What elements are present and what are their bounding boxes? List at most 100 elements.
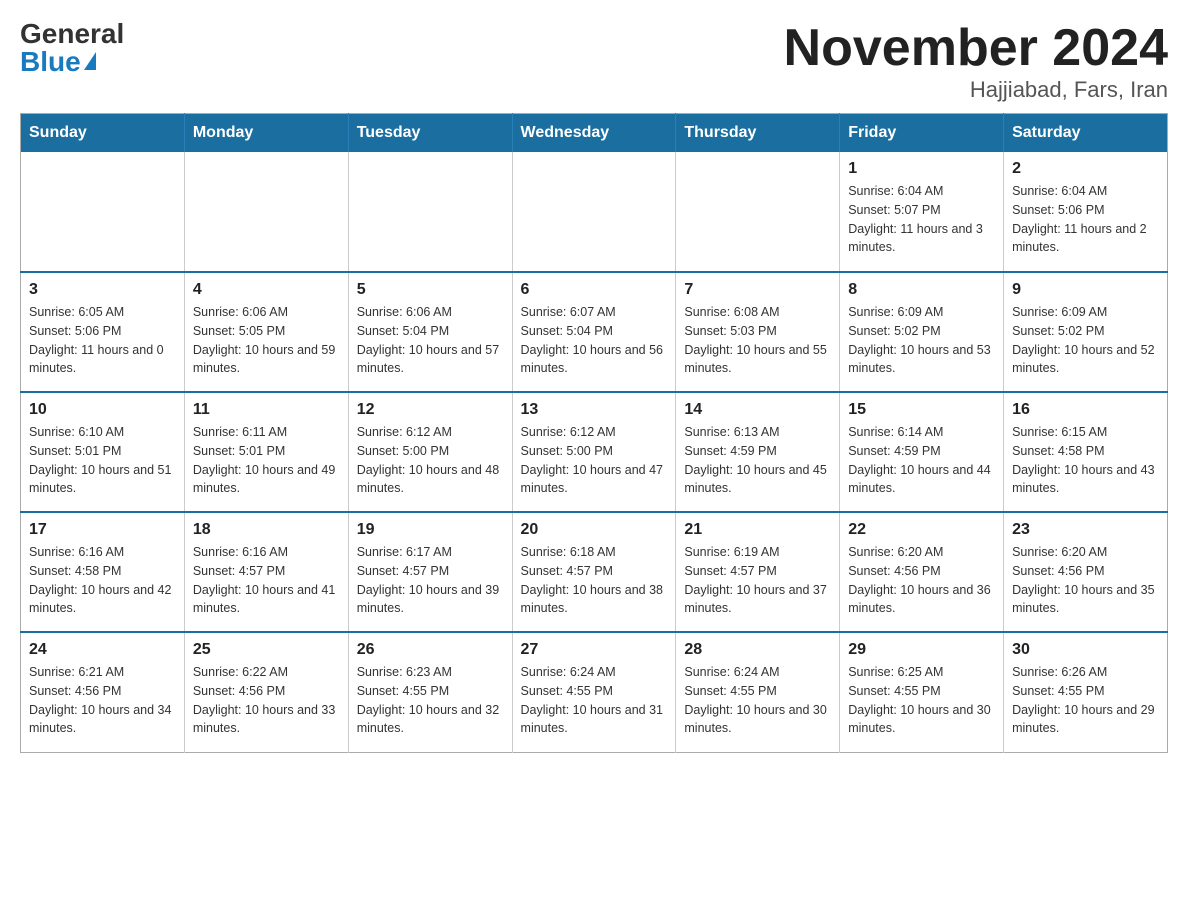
calendar-cell: 30Sunrise: 6:26 AM Sunset: 4:55 PM Dayli… (1004, 632, 1168, 752)
day-number: 28 (684, 641, 831, 659)
day-number: 10 (29, 401, 176, 419)
day-number: 5 (357, 281, 504, 299)
day-info: Sunrise: 6:09 AM Sunset: 5:02 PM Dayligh… (848, 303, 995, 378)
day-number: 7 (684, 281, 831, 299)
day-number: 21 (684, 521, 831, 539)
day-info: Sunrise: 6:21 AM Sunset: 4:56 PM Dayligh… (29, 663, 176, 738)
day-info: Sunrise: 6:07 AM Sunset: 5:04 PM Dayligh… (521, 303, 668, 378)
day-info: Sunrise: 6:16 AM Sunset: 4:57 PM Dayligh… (193, 543, 340, 618)
day-number: 12 (357, 401, 504, 419)
day-of-week-header: Sunday (21, 114, 185, 153)
calendar-cell: 6 Sunrise: 6:07 AM Sunset: 5:04 PM Daylig… (512, 272, 676, 392)
calendar-week-row: 1Sunrise: 6:04 AM Sunset: 5:07 PM Daylig… (21, 152, 1168, 272)
calendar-cell (21, 152, 185, 272)
calendar-cell: 23 Sunrise: 6:20 AM Sunset: 4:56 PM Dayli… (1004, 512, 1168, 632)
page-subtitle: Hajjiabad, Fars, Iran (784, 77, 1168, 103)
day-info: Sunrise: 6:26 AM Sunset: 4:55 PM Dayligh… (1012, 663, 1159, 738)
day-info: Sunrise: 6:05 AM Sunset: 5:06 PM Dayligh… (29, 303, 176, 378)
calendar-week-row: 17 Sunrise: 6:16 AM Sunset: 4:58 PM Dayli… (21, 512, 1168, 632)
day-info: Sunrise: 6:22 AM Sunset: 4:56 PM Dayligh… (193, 663, 340, 738)
calendar-cell: 19 Sunrise: 6:17 AM Sunset: 4:57 PM Dayli… (348, 512, 512, 632)
day-info: Sunrise: 6:13 AM Sunset: 4:59 PM Dayligh… (684, 423, 831, 498)
page-header: General Blue November 2024 Hajjiabad, Fa… (20, 20, 1168, 103)
calendar-week-row: 3 Sunrise: 6:05 AM Sunset: 5:06 PM Daylig… (21, 272, 1168, 392)
calendar-cell: 7 Sunrise: 6:08 AM Sunset: 5:03 PM Daylig… (676, 272, 840, 392)
calendar-cell: 12 Sunrise: 6:12 AM Sunset: 5:00 PM Dayli… (348, 392, 512, 512)
logo-blue-text: Blue (20, 48, 96, 76)
calendar-cell: 28 Sunrise: 6:24 AM Sunset: 4:55 PM Dayli… (676, 632, 840, 752)
day-number: 26 (357, 641, 504, 659)
day-of-week-header: Saturday (1004, 114, 1168, 153)
day-number: 14 (684, 401, 831, 419)
calendar-cell: 5 Sunrise: 6:06 AM Sunset: 5:04 PM Daylig… (348, 272, 512, 392)
calendar-week-row: 24 Sunrise: 6:21 AM Sunset: 4:56 PM Dayli… (21, 632, 1168, 752)
day-info: Sunrise: 6:17 AM Sunset: 4:57 PM Dayligh… (357, 543, 504, 618)
day-of-week-header: Wednesday (512, 114, 676, 153)
day-info: Sunrise: 6:19 AM Sunset: 4:57 PM Dayligh… (684, 543, 831, 618)
day-number: 25 (193, 641, 340, 659)
day-number: 27 (521, 641, 668, 659)
calendar-cell: 9 Sunrise: 6:09 AM Sunset: 5:02 PM Daylig… (1004, 272, 1168, 392)
day-info: Sunrise: 6:14 AM Sunset: 4:59 PM Dayligh… (848, 423, 995, 498)
day-number: 16 (1012, 401, 1159, 419)
day-number: 13 (521, 401, 668, 419)
calendar-cell (184, 152, 348, 272)
day-number: 20 (521, 521, 668, 539)
day-number: 15 (848, 401, 995, 419)
day-info: Sunrise: 6:06 AM Sunset: 5:05 PM Dayligh… (193, 303, 340, 378)
calendar-cell: 22 Sunrise: 6:20 AM Sunset: 4:56 PM Dayli… (840, 512, 1004, 632)
day-info: Sunrise: 6:12 AM Sunset: 5:00 PM Dayligh… (357, 423, 504, 498)
calendar-header-row: SundayMondayTuesdayWednesdayThursdayFrid… (21, 114, 1168, 153)
day-info: Sunrise: 6:04 AM Sunset: 5:06 PM Dayligh… (1012, 182, 1159, 257)
day-number: 8 (848, 281, 995, 299)
day-number: 2 (1012, 160, 1159, 178)
day-number: 17 (29, 521, 176, 539)
day-info: Sunrise: 6:06 AM Sunset: 5:04 PM Dayligh… (357, 303, 504, 378)
day-number: 18 (193, 521, 340, 539)
calendar-cell: 17 Sunrise: 6:16 AM Sunset: 4:58 PM Dayli… (21, 512, 185, 632)
calendar-cell: 16 Sunrise: 6:15 AM Sunset: 4:58 PM Dayli… (1004, 392, 1168, 512)
day-info: Sunrise: 6:08 AM Sunset: 5:03 PM Dayligh… (684, 303, 831, 378)
calendar-cell: 8 Sunrise: 6:09 AM Sunset: 5:02 PM Daylig… (840, 272, 1004, 392)
day-number: 23 (1012, 521, 1159, 539)
day-number: 4 (193, 281, 340, 299)
calendar-cell: 27 Sunrise: 6:24 AM Sunset: 4:55 PM Dayli… (512, 632, 676, 752)
day-info: Sunrise: 6:09 AM Sunset: 5:02 PM Dayligh… (1012, 303, 1159, 378)
day-info: Sunrise: 6:11 AM Sunset: 5:01 PM Dayligh… (193, 423, 340, 498)
day-of-week-header: Thursday (676, 114, 840, 153)
calendar-cell: 13 Sunrise: 6:12 AM Sunset: 5:00 PM Dayli… (512, 392, 676, 512)
day-of-week-header: Friday (840, 114, 1004, 153)
day-info: Sunrise: 6:18 AM Sunset: 4:57 PM Dayligh… (521, 543, 668, 618)
day-info: Sunrise: 6:23 AM Sunset: 4:55 PM Dayligh… (357, 663, 504, 738)
day-info: Sunrise: 6:25 AM Sunset: 4:55 PM Dayligh… (848, 663, 995, 738)
logo-general-text: General (20, 20, 124, 48)
logo-blue-word: Blue (20, 48, 81, 76)
day-info: Sunrise: 6:20 AM Sunset: 4:56 PM Dayligh… (1012, 543, 1159, 618)
calendar-cell: 18 Sunrise: 6:16 AM Sunset: 4:57 PM Dayli… (184, 512, 348, 632)
calendar-cell: 3 Sunrise: 6:05 AM Sunset: 5:06 PM Daylig… (21, 272, 185, 392)
day-number: 19 (357, 521, 504, 539)
logo-triangle-icon (84, 52, 96, 70)
day-info: Sunrise: 6:10 AM Sunset: 5:01 PM Dayligh… (29, 423, 176, 498)
day-number: 11 (193, 401, 340, 419)
day-info: Sunrise: 6:20 AM Sunset: 4:56 PM Dayligh… (848, 543, 995, 618)
day-info: Sunrise: 6:24 AM Sunset: 4:55 PM Dayligh… (684, 663, 831, 738)
calendar-cell: 4 Sunrise: 6:06 AM Sunset: 5:05 PM Daylig… (184, 272, 348, 392)
day-number: 6 (521, 281, 668, 299)
day-number: 22 (848, 521, 995, 539)
day-info: Sunrise: 6:24 AM Sunset: 4:55 PM Dayligh… (521, 663, 668, 738)
calendar-cell: 1Sunrise: 6:04 AM Sunset: 5:07 PM Daylig… (840, 152, 1004, 272)
day-info: Sunrise: 6:15 AM Sunset: 4:58 PM Dayligh… (1012, 423, 1159, 498)
calendar-cell: 29Sunrise: 6:25 AM Sunset: 4:55 PM Dayli… (840, 632, 1004, 752)
day-number: 3 (29, 281, 176, 299)
calendar-cell: 20 Sunrise: 6:18 AM Sunset: 4:57 PM Dayli… (512, 512, 676, 632)
day-info: Sunrise: 6:16 AM Sunset: 4:58 PM Dayligh… (29, 543, 176, 618)
calendar-cell: 21 Sunrise: 6:19 AM Sunset: 4:57 PM Dayli… (676, 512, 840, 632)
day-info: Sunrise: 6:12 AM Sunset: 5:00 PM Dayligh… (521, 423, 668, 498)
calendar-cell: 10 Sunrise: 6:10 AM Sunset: 5:01 PM Dayli… (21, 392, 185, 512)
title-block: November 2024 Hajjiabad, Fars, Iran (784, 20, 1168, 103)
day-of-week-header: Tuesday (348, 114, 512, 153)
day-number: 9 (1012, 281, 1159, 299)
logo: General Blue (20, 20, 124, 76)
day-number: 24 (29, 641, 176, 659)
